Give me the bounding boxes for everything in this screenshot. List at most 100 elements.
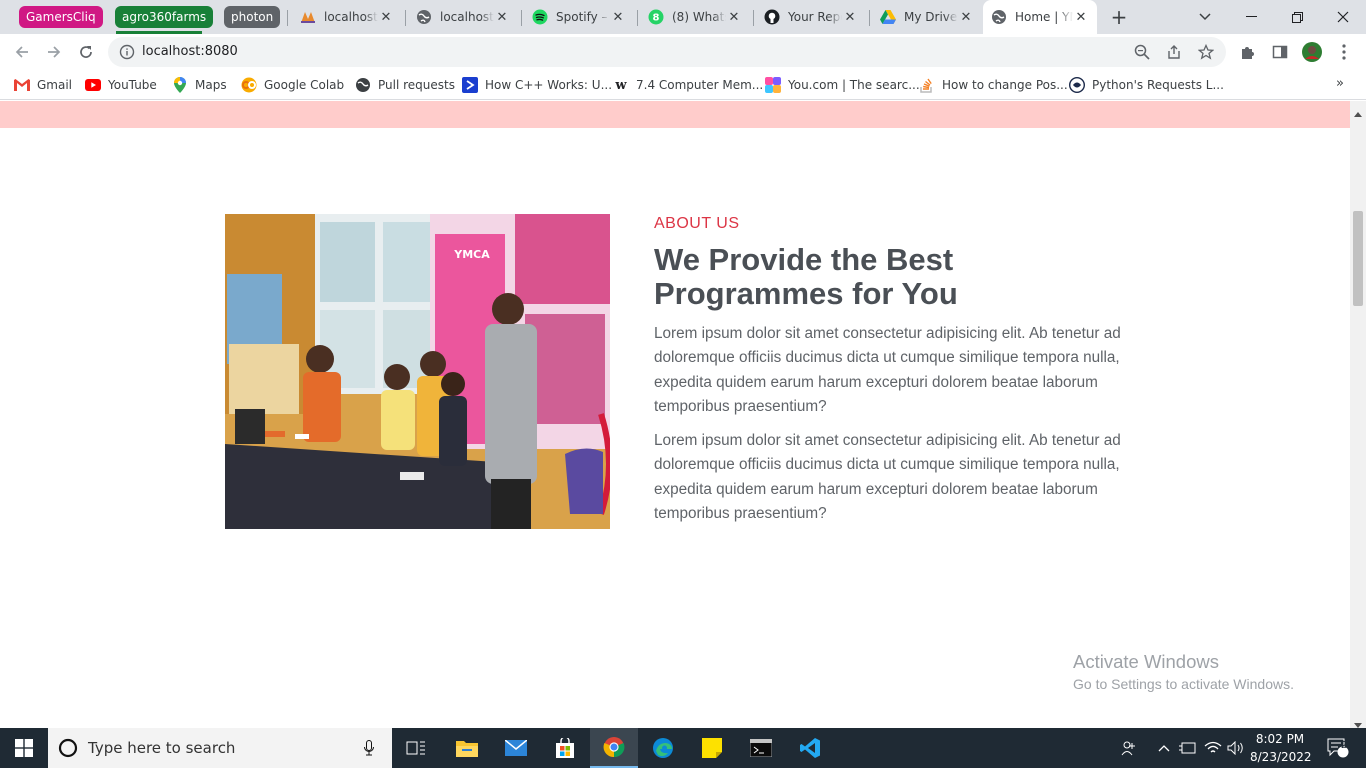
mail-icon[interactable] (492, 728, 540, 768)
bookmark-label: How C++ Works: U... (485, 78, 613, 92)
forward-arrow-icon[interactable] (40, 38, 68, 66)
tab-label: Your Repositories (788, 10, 842, 24)
bookmark-stackoverflow[interactable]: How to change Pos... (919, 75, 1068, 95)
wifi-icon[interactable] (1203, 728, 1223, 768)
bookmark-how-cpp-works[interactable]: How C++ Works: U... (462, 75, 612, 95)
tab-label: (8) WhatsApp (672, 10, 726, 24)
bookmark-computer-memory[interactable]: w 7.4 Computer Mem... (613, 75, 763, 95)
page-viewport: YMCA ABOUT US We Provide the Best Progra… (0, 101, 1366, 728)
microphone-icon[interactable] (364, 740, 374, 759)
system-clock[interactable]: 8:02 PM 8/23/2022 (1250, 730, 1312, 766)
bookmarks-bar: Gmail YouTube Maps Google Colab Pull req… (0, 70, 1366, 100)
side-panel-icon[interactable] (1270, 42, 1290, 62)
wikibooks-icon: w (615, 77, 627, 93)
close-tab-icon[interactable]: ✕ (958, 10, 974, 25)
tab-group-photon[interactable]: photon (224, 6, 281, 28)
profile-avatar[interactable] (1302, 42, 1322, 62)
tray-chevron-up-icon[interactable] (1155, 728, 1173, 768)
close-tab-icon[interactable]: ✕ (494, 10, 510, 25)
windows-start-icon[interactable] (0, 728, 48, 768)
site-info-icon[interactable] (119, 44, 135, 63)
zoom-icon[interactable] (1134, 44, 1150, 63)
banner-text: YMCA (453, 248, 490, 261)
microsoft-store-icon[interactable] (541, 728, 589, 768)
github-icon (355, 77, 371, 93)
tab-divider (521, 10, 522, 26)
notification-count-badge: 2 (1340, 740, 1348, 751)
address-bar[interactable]: localhost:8080 (108, 37, 1226, 67)
page-scrollbar[interactable] (1350, 101, 1366, 728)
bookmark-youtube[interactable]: YouTube (85, 75, 157, 95)
bookmark-google-colab[interactable]: Google Colab (241, 75, 344, 95)
extensions-puzzle-icon[interactable] (1238, 42, 1258, 62)
reload-icon[interactable] (72, 38, 100, 66)
pink-section-band (0, 101, 1350, 128)
new-tab-plus-icon[interactable]: + (1108, 5, 1130, 29)
battery-plug-icon[interactable] (1178, 728, 1198, 768)
edge-icon[interactable] (639, 728, 687, 768)
close-tab-icon[interactable]: ✕ (842, 10, 858, 25)
chrome-taskbar-icon[interactable] (590, 728, 638, 768)
back-arrow-icon[interactable] (8, 38, 36, 66)
github-icon (764, 9, 780, 25)
minimize-icon[interactable] (1228, 0, 1274, 34)
bookmark-maps[interactable]: Maps (172, 75, 227, 95)
tab-localhost-ymca[interactable]: localhost ✕ (292, 4, 402, 30)
people-icon[interactable] (1118, 728, 1140, 768)
terminal-icon[interactable] (737, 728, 785, 768)
share-icon[interactable] (1166, 44, 1182, 63)
vscode-icon[interactable] (786, 728, 834, 768)
bookmark-blue-icon (462, 77, 478, 93)
close-window-icon[interactable] (1320, 0, 1366, 34)
tab-label: My Drive (904, 10, 958, 24)
svg-text:8: 8 (653, 13, 660, 24)
spotify-icon (532, 9, 548, 25)
bookmark-gmail[interactable]: Gmail (14, 75, 72, 95)
close-tab-icon[interactable]: ✕ (378, 10, 394, 25)
restore-icon[interactable] (1274, 0, 1320, 34)
about-section: ABOUT US We Provide the Best Programmes … (654, 215, 1134, 526)
more-bookmarks-chevron-icon[interactable]: » (1336, 76, 1344, 91)
youcom-icon (765, 77, 781, 93)
about-eyebrow: ABOUT US (654, 215, 740, 232)
url-text[interactable]: localhost:8080 (142, 37, 238, 67)
tab-whatsapp[interactable]: 8 (8) WhatsApp ✕ (640, 4, 750, 30)
tab-label: Spotify – ... (556, 10, 610, 24)
tab-group-gamerscliq[interactable]: GamersCliq (19, 6, 103, 28)
tab-localhost[interactable]: localhost ✕ (408, 4, 518, 30)
sticky-notes-icon[interactable] (688, 728, 736, 768)
task-view-icon[interactable] (392, 728, 440, 768)
more-menu-icon[interactable] (1334, 42, 1354, 62)
bookmark-you-com[interactable]: You.com | The searc... (765, 75, 920, 95)
close-tab-icon[interactable]: ✕ (1073, 10, 1089, 25)
bookmark-star-icon[interactable] (1197, 43, 1215, 63)
bookmark-pull-requests[interactable]: Pull requests (355, 75, 455, 95)
about-heading: We Provide the Best Programmes for You (654, 242, 958, 311)
tab-label: localhost (324, 10, 378, 24)
scroll-up-arrow-icon[interactable] (1354, 106, 1362, 120)
tab-home-ymca-active[interactable]: Home | YMCA ✕ (983, 0, 1097, 34)
about-paragraph-2: Lorem ipsum dolor sit amet consectetur a… (654, 432, 1121, 523)
tab-divider (287, 10, 288, 26)
globe-icon (416, 9, 432, 25)
tab-label: Home | YMCA (1015, 10, 1073, 24)
taskbar-search-box[interactable]: Type here to search (48, 728, 392, 768)
tab-github[interactable]: Your Repositories ✕ (756, 4, 866, 30)
file-explorer-icon[interactable] (443, 728, 491, 768)
bookmark-label: You.com | The searc... (788, 78, 920, 92)
close-tab-icon[interactable]: ✕ (610, 10, 626, 25)
tab-divider (637, 10, 638, 26)
tab-spotify[interactable]: Spotify – ... ✕ (524, 4, 634, 30)
close-tab-icon[interactable]: ✕ (726, 10, 742, 25)
scroll-down-arrow-icon[interactable] (1354, 717, 1362, 728)
bookmark-label: How to change Pos... (942, 78, 1068, 92)
bookmark-python-requests[interactable]: Python's Requests L... (1069, 75, 1224, 95)
tab-search-chevron-icon[interactable] (1182, 0, 1228, 34)
activate-subtitle: Go to Settings to activate Windows. (1073, 676, 1294, 692)
notifications-icon[interactable]: 2 (1318, 728, 1358, 768)
tab-group-agro360farms[interactable]: agro360farms (115, 6, 214, 28)
volume-icon[interactable] (1226, 728, 1246, 768)
scroll-thumb[interactable] (1353, 211, 1363, 306)
activate-title: Activate Windows (1073, 651, 1219, 672)
tab-my-drive[interactable]: My Drive ✕ (872, 4, 982, 30)
